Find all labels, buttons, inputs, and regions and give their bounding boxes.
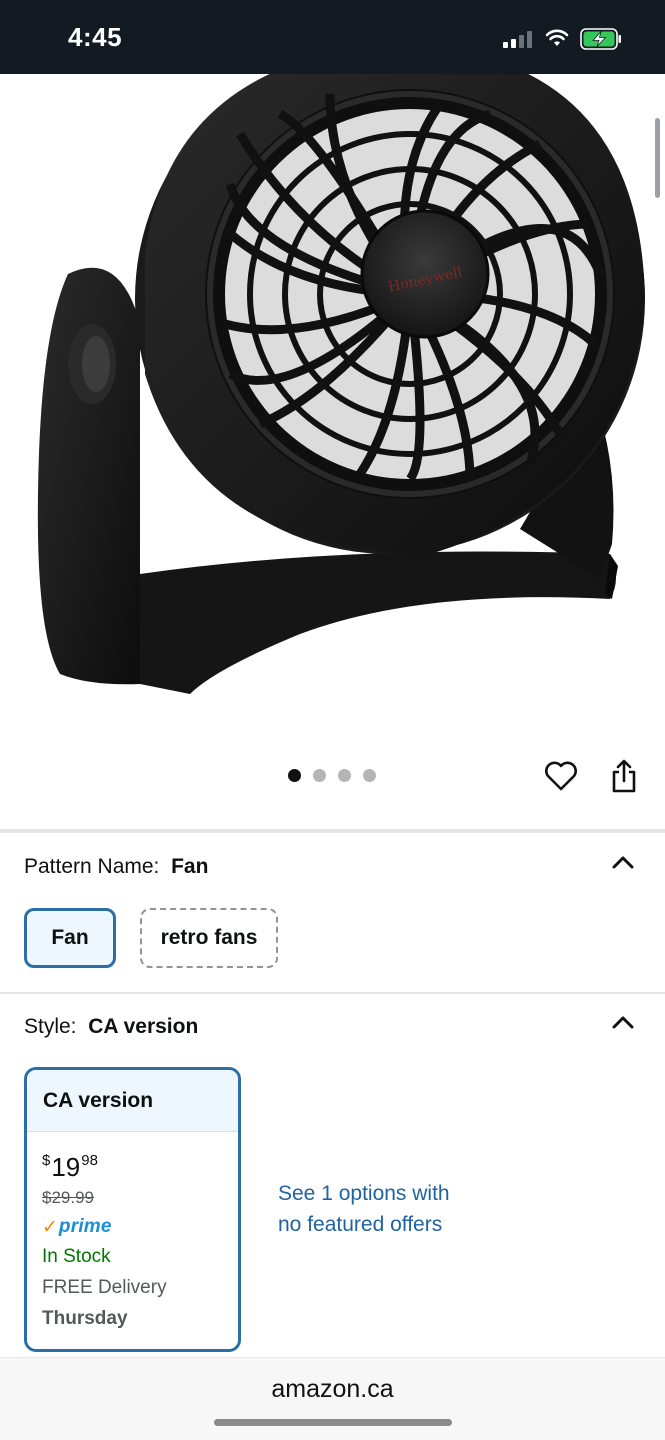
carousel-dot[interactable]	[288, 769, 301, 782]
style-label: Style:	[24, 1015, 77, 1038]
pattern-option-retro-fans[interactable]: retro fans	[140, 908, 278, 968]
wifi-icon	[545, 29, 569, 46]
delivery-day: Thursday	[42, 1308, 128, 1329]
scrollbar[interactable]	[655, 118, 660, 198]
pattern-name-row[interactable]: Pattern Name: Fan	[24, 855, 208, 879]
product-image[interactable]: Honeywell	[0, 74, 665, 750]
chevron-up-icon[interactable]	[611, 1012, 635, 1032]
carousel-dot[interactable]	[338, 769, 351, 782]
pattern-name-label: Pattern Name:	[24, 855, 160, 878]
pattern-option-fan[interactable]: Fan	[24, 908, 116, 968]
price: $1998	[42, 1152, 98, 1183]
carousel-dot[interactable]	[313, 769, 326, 782]
pattern-name-selected: Fan	[171, 855, 209, 878]
browser-bottom-bar: amazon.ca	[0, 1357, 665, 1440]
battery-charging-icon	[580, 28, 621, 50]
prime-badge: ✓ prime	[42, 1215, 112, 1239]
prime-label: prime	[58, 1216, 112, 1237]
carousel-dot[interactable]	[363, 769, 376, 782]
url-bar[interactable]: amazon.ca	[0, 1375, 665, 1404]
prime-check-icon: ✓	[42, 1216, 58, 1238]
status-bar: 4:45	[0, 0, 665, 74]
style-option-title: CA version	[27, 1070, 238, 1132]
share-button[interactable]	[606, 756, 642, 796]
availability-status: In Stock	[42, 1246, 111, 1267]
fan-illustration: Honeywell	[37, 74, 645, 694]
price-symbol: $	[42, 1152, 51, 1169]
price-whole: 19	[51, 1152, 81, 1182]
home-indicator[interactable]	[214, 1419, 452, 1426]
image-carousel-dots[interactable]	[288, 769, 376, 783]
chevron-up-icon[interactable]	[611, 852, 635, 872]
see-other-offers-link[interactable]: See 1 options with no featured offers	[278, 1178, 518, 1240]
section-divider	[0, 829, 665, 833]
section-divider	[0, 992, 665, 994]
see-other-offers-line-1: See 1 options with	[278, 1182, 450, 1205]
heart-icon	[545, 761, 577, 791]
delivery-text: FREE Delivery	[42, 1277, 167, 1298]
share-icon	[612, 759, 636, 793]
cellular-signal-icon	[503, 30, 535, 48]
style-selected: CA version	[88, 1015, 199, 1038]
list-price: $29.99	[42, 1188, 94, 1207]
status-time: 4:45	[68, 22, 123, 52]
style-option-card[interactable]: CA version $1998 $29.99 ✓ prime In Stock …	[24, 1067, 241, 1352]
style-row[interactable]: Style: CA version	[24, 1015, 198, 1039]
add-to-wishlist-button[interactable]	[543, 758, 579, 794]
see-other-offers-line-2: no featured offers	[278, 1213, 443, 1236]
price-fraction: 98	[81, 1152, 98, 1169]
